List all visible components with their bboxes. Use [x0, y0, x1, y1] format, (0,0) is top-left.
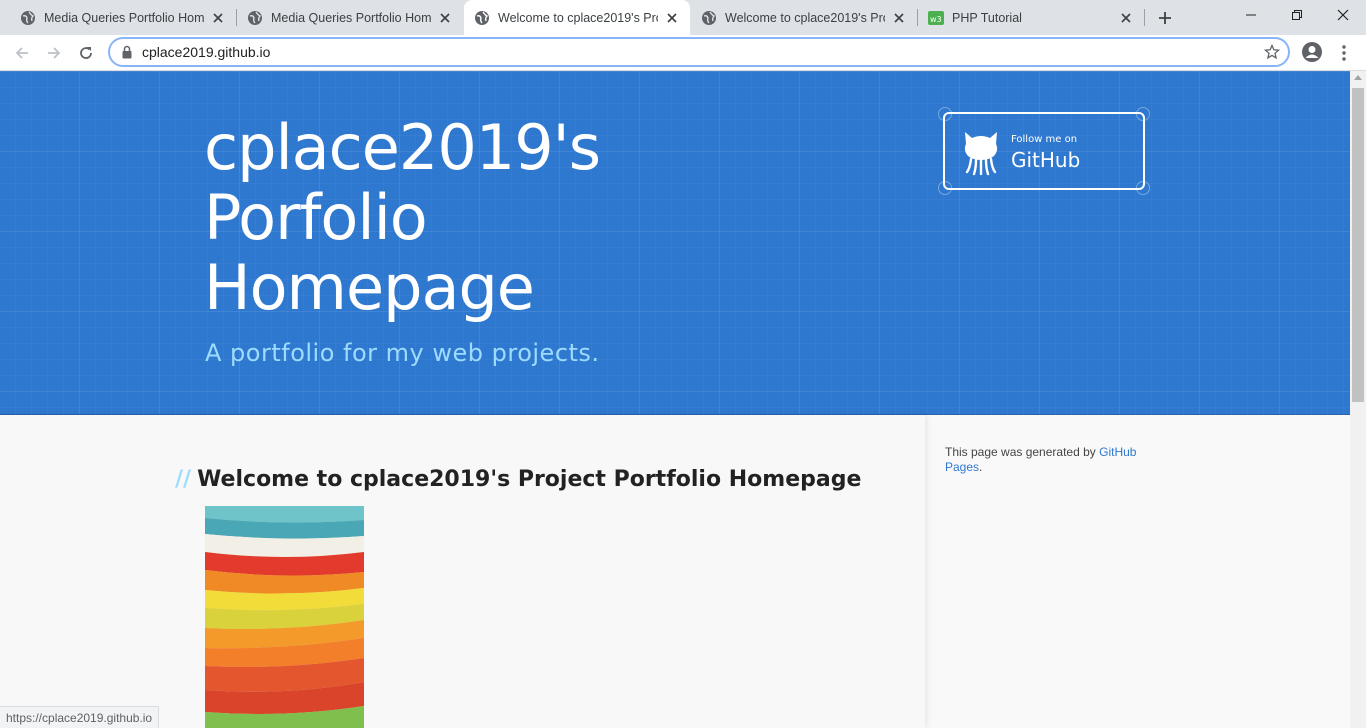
tab-welcome-active[interactable]: Welcome to cplace2019's Proje: [464, 0, 690, 35]
github-button-big-text: GitHub: [1011, 148, 1081, 172]
sidebar-note-suffix: .: [979, 460, 983, 474]
sidebar-note-text: This page was generated by: [945, 445, 1096, 459]
site-title-line1: cplace2019's: [204, 111, 601, 184]
globe-icon: [21, 10, 35, 25]
globe-icon: [475, 10, 489, 25]
tab-welcome-2[interactable]: Welcome to cplace2019's Proje: [691, 0, 917, 35]
address-bar[interactable]: cplace2019.github.io: [108, 37, 1290, 67]
decorative-circle: [938, 107, 952, 121]
minimize-icon: [1246, 14, 1256, 16]
plus-icon: [1159, 12, 1171, 24]
site-title: cplace2019's Porfolio Homepage: [204, 113, 724, 323]
sidebar-note: This page was generated by GitHub Pages.: [945, 445, 1155, 475]
site-title-line3: Homepage: [204, 251, 535, 324]
new-tab-button[interactable]: [1152, 5, 1178, 31]
page-scrollbar[interactable]: [1350, 71, 1366, 728]
reload-icon: [80, 47, 92, 59]
content-area: //Welcome to cplace2019's Project Portfo…: [0, 415, 1350, 728]
restore-button[interactable]: [1274, 0, 1320, 30]
page-heading: //Welcome to cplace2019's Project Portfo…: [175, 467, 861, 492]
decorative-circle: [1136, 181, 1150, 195]
reload-button[interactable]: [72, 39, 100, 67]
minimize-button[interactable]: [1228, 0, 1274, 30]
tab-php-tutorial[interactable]: w3 PHP Tutorial: [918, 0, 1144, 35]
page-viewport: cplace2019's Porfolio Homepage A portfol…: [0, 71, 1350, 728]
scrollbar-thumb[interactable]: [1352, 88, 1364, 402]
arrow-left-icon: [15, 47, 28, 59]
close-icon[interactable]: [664, 10, 680, 26]
arrow-right-icon: [48, 47, 61, 59]
tab-media-queries-2[interactable]: Media Queries Portfolio Home: [237, 0, 463, 35]
tab-separator: [1144, 9, 1145, 26]
github-follow-button[interactable]: Follow me on GitHub: [938, 107, 1150, 195]
github-button-small-text: Follow me on: [1011, 134, 1078, 145]
close-icon[interactable]: [437, 10, 453, 26]
w3schools-icon: w3: [928, 10, 944, 25]
tab-title: Welcome to cplace2019's Proje: [498, 10, 658, 25]
decorative-circle: [1136, 107, 1150, 121]
close-icon[interactable]: [891, 10, 907, 26]
tab-title: Media Queries Portfolio Home: [44, 10, 204, 25]
tab-title: Welcome to cplace2019's Proje: [725, 10, 885, 25]
tab-strip: Media Queries Portfolio Home Media Queri…: [0, 0, 1366, 35]
scroll-up-arrow-icon[interactable]: [1354, 75, 1362, 80]
close-icon[interactable]: [210, 10, 226, 26]
page-heading-text: Welcome to cplace2019's Project Portfoli…: [197, 467, 862, 492]
site-title-line2: Porfolio: [204, 181, 428, 254]
tab-title: PHP Tutorial: [952, 10, 1022, 25]
svg-text:w3: w3: [930, 15, 942, 24]
tab-media-queries-1[interactable]: Media Queries Portfolio Home: [0, 0, 236, 35]
decorative-circle: [938, 181, 952, 195]
close-icon[interactable]: [1118, 10, 1134, 26]
forward-button[interactable]: [40, 39, 68, 67]
restore-icon: [1292, 10, 1302, 20]
globe-icon: [248, 10, 262, 25]
globe-icon: [702, 10, 716, 25]
close-window-button[interactable]: [1320, 0, 1366, 30]
heading-decoration: //: [175, 467, 192, 492]
site-tagline: A portfolio for my web projects.: [205, 339, 600, 367]
site-header: cplace2019's Porfolio Homepage A portfol…: [0, 71, 1350, 415]
browser-menu-button[interactable]: [1334, 41, 1354, 65]
more-vertical-icon: [1342, 45, 1346, 61]
url-text[interactable]: cplace2019.github.io: [142, 44, 270, 60]
octocat-icon: [964, 132, 998, 176]
lock-icon: [122, 45, 132, 59]
browser-toolbar: cplace2019.github.io: [0, 35, 1366, 71]
status-bar-url: https://cplace2019.github.io: [0, 706, 160, 728]
profile-avatar-icon[interactable]: [1300, 40, 1324, 64]
colored-paper-stack-image: [205, 506, 364, 728]
main-content-panel: //Welcome to cplace2019's Project Portfo…: [0, 415, 925, 728]
tab-title: Media Queries Portfolio Home: [271, 10, 431, 25]
back-button[interactable]: [8, 39, 36, 67]
bookmark-star-icon[interactable]: [1264, 44, 1280, 60]
close-icon: [1337, 9, 1349, 21]
